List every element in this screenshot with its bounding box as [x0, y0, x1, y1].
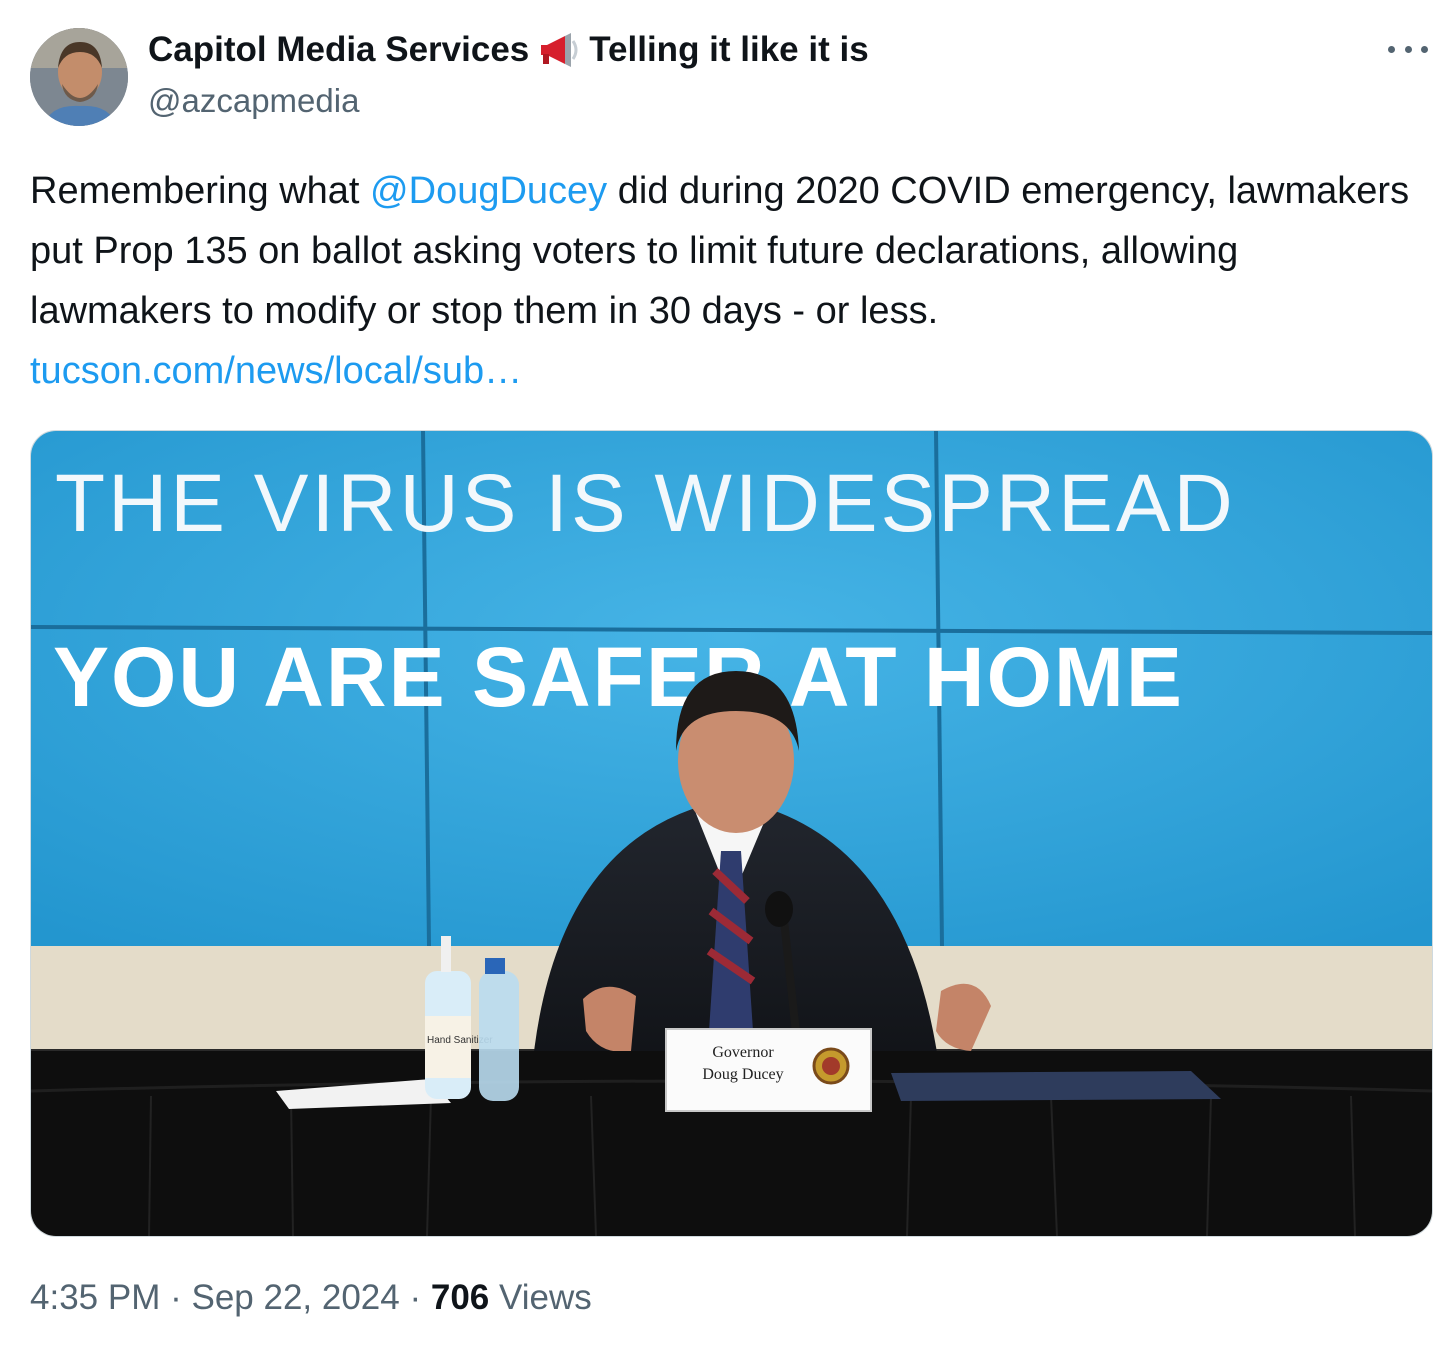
separator-dot: · — [409, 1278, 431, 1317]
tweet-text-part1: Remembering what — [30, 170, 371, 212]
megaphone-icon — [541, 33, 578, 67]
author-tagline: Telling it like it is — [589, 30, 869, 69]
tweet-date[interactable]: Sep 22, 2024 — [191, 1278, 399, 1317]
author-handle[interactable]: @azcapmedia — [148, 82, 359, 120]
mention-link[interactable]: @DougDucey — [370, 170, 607, 212]
views-count: 706 — [430, 1278, 490, 1317]
more-options-button[interactable] — [1388, 34, 1428, 64]
screen-text-line2: YOU ARE SAFER AT HOME — [53, 630, 1184, 724]
nameplate-line1: Governor — [712, 1044, 774, 1061]
nameplate-line2: Doug Ducey — [702, 1066, 783, 1083]
avatar[interactable] — [30, 28, 128, 126]
more-dot-icon — [1404, 45, 1412, 53]
tweet-footer: 4:35 PM · Sep 22, 2024 · 706 Views — [30, 1278, 592, 1318]
more-dot-icon — [1421, 45, 1428, 53]
tweet-text: Remembering what @DougDucey did during 2… — [30, 161, 1430, 401]
views-label: Views — [499, 1278, 592, 1317]
press-conference-photo: THE VIRUS IS WIDESPREAD YOU ARE SAFER AT… — [31, 431, 1432, 1236]
article-link[interactable]: tucson.com/news/local/sub… — [30, 350, 522, 392]
profile-photo-icon — [30, 28, 128, 126]
tweet-media-image[interactable]: THE VIRUS IS WIDESPREAD YOU ARE SAFER AT… — [30, 430, 1433, 1237]
more-dot-icon — [1388, 45, 1395, 53]
author-name[interactable]: Capitol Media Services Telling it like i… — [148, 30, 869, 70]
separator-dot: · — [170, 1278, 192, 1317]
author-display-name: Capitol Media Services — [148, 30, 530, 69]
screen-text-line1: THE VIRUS IS WIDESPREAD — [55, 458, 1236, 549]
tweet-time[interactable]: 4:35 PM — [30, 1278, 160, 1317]
